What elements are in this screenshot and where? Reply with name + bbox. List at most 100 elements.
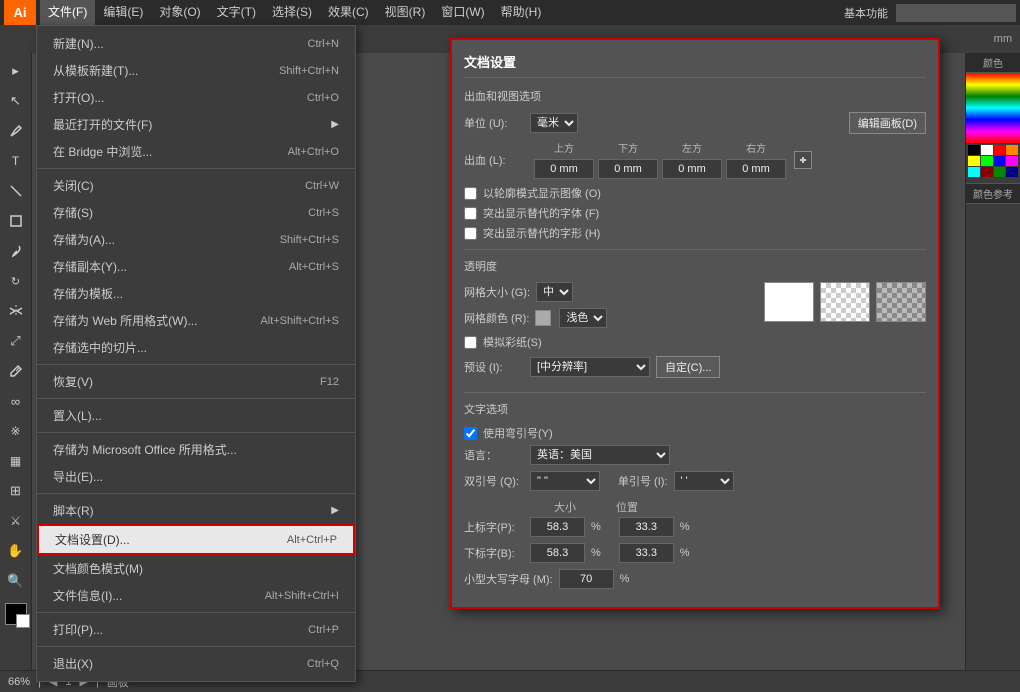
grid-size-select[interactable]: 中 小 大 [536, 282, 573, 302]
menu-window[interactable]: 窗口(W) [433, 0, 492, 25]
simulate-paper-input[interactable] [464, 336, 477, 349]
menu-file[interactable]: 文件(F) [40, 0, 95, 25]
swatch-blue[interactable] [994, 156, 1006, 166]
menu-color-mode[interactable]: 文档颜色模式(M) [37, 555, 355, 582]
menu-save-web[interactable]: 存储为 Web 所用格式(W)... Alt+Shift+Ctrl+S [37, 307, 355, 334]
menu-open[interactable]: 打开(O)... Ctrl+O [37, 84, 355, 111]
swatch-green[interactable] [981, 156, 993, 166]
tool-mirror[interactable] [2, 297, 30, 325]
color-panel-title: 颜色 [966, 53, 1020, 73]
preset-select[interactable]: [中分辨率] [高分辨率] [低分辨率] [530, 357, 650, 377]
tool-select[interactable]: ▸ [2, 57, 30, 85]
menu-save-office[interactable]: 存储为 Microsoft Office 所用格式... [37, 436, 355, 463]
separator-7 [37, 646, 355, 647]
checkbox-glyph-input[interactable] [464, 227, 477, 240]
search-input[interactable] [896, 4, 1016, 22]
grid-size-row: 网格大小 (G): 中 小 大 [464, 282, 744, 302]
divider-2 [464, 392, 926, 393]
tool-blend[interactable]: ∞ [2, 387, 30, 415]
menu-save-copy[interactable]: 存储副本(Y)... Alt+Ctrl+S [37, 253, 355, 280]
link-icon[interactable] [794, 151, 812, 169]
tool-rotate[interactable]: ↻ [2, 267, 30, 295]
bleed-top-input[interactable] [534, 159, 594, 179]
tool-symbol[interactable]: ※ [2, 417, 30, 445]
language-select[interactable]: 英语：美国 中文：简体 [530, 445, 670, 465]
menu-save-slices[interactable]: 存储选中的切片... [37, 334, 355, 361]
menu-export[interactable]: 导出(E)... [37, 463, 355, 490]
swatch-black[interactable] [968, 145, 980, 155]
double-quote-select[interactable]: " " [530, 471, 600, 491]
fill-color[interactable] [5, 603, 27, 625]
menu-bridge[interactable]: 在 Bridge 中浏览... Alt+Ctrl+O [37, 138, 355, 165]
checkbox-font-label: 突出显示替代的字体 (F) [483, 205, 599, 221]
superscript-pos-input[interactable] [619, 517, 674, 537]
menu-help[interactable]: 帮助(H) [493, 0, 550, 25]
tool-rect[interactable] [2, 207, 30, 235]
tool-hand[interactable]: ✋ [2, 537, 30, 565]
menu-place[interactable]: 置入(L)... [37, 402, 355, 429]
menu-save-template[interactable]: 存储为模板... [37, 280, 355, 307]
menu-new[interactable]: 新建(N)... Ctrl+N [37, 30, 355, 57]
checkbox-outline-input[interactable] [464, 187, 477, 200]
zoom-level[interactable]: 66% [8, 676, 30, 688]
tool-zoom[interactable]: 🔍 [2, 567, 30, 595]
superscript-size-input[interactable] [530, 517, 585, 537]
menu-file-info[interactable]: 文件信息(I)... Alt+Shift+Ctrl+I [37, 582, 355, 609]
tool-direct-select[interactable]: ↖ [2, 87, 30, 115]
superscript-row: 上标字(P): % % [464, 517, 926, 537]
tool-graph[interactable]: ▦ [2, 447, 30, 475]
swatch-magenta[interactable] [1006, 156, 1018, 166]
menu-print[interactable]: 打印(P)... Ctrl+P [37, 616, 355, 643]
smallcaps-input[interactable] [559, 569, 614, 589]
tool-slice[interactable]: ⚔ [2, 507, 30, 535]
menu-save[interactable]: 存储(S) Ctrl+S [37, 199, 355, 226]
tool-line[interactable] [2, 177, 30, 205]
menu-edit[interactable]: 编辑(E) [95, 0, 151, 25]
bleed-right-input[interactable] [726, 159, 786, 179]
swatch-darkblue[interactable] [1006, 167, 1018, 177]
swatch-white[interactable] [981, 145, 993, 155]
tool-eyedropper[interactable] [2, 357, 30, 385]
custom-btn[interactable]: 自定(C)... [656, 356, 720, 378]
swatch-yellow[interactable] [968, 156, 980, 166]
subscript-size-input[interactable] [530, 543, 585, 563]
tool-type[interactable]: T [2, 147, 30, 175]
menu-right-area: 基本功能 [844, 4, 1016, 22]
subscript-pos-pct: % [680, 547, 690, 559]
superscript-pos-pct: % [680, 521, 690, 533]
swatch-cyan[interactable] [968, 167, 980, 177]
single-quote-select[interactable]: ' ' [674, 471, 734, 491]
swatch-red[interactable] [994, 145, 1006, 155]
menu-effect[interactable]: 效果(C) [320, 0, 377, 25]
use-quotes-input[interactable] [464, 427, 477, 440]
menu-revert[interactable]: 恢复(V) F12 [37, 368, 355, 395]
menu-object[interactable]: 对象(O) [151, 0, 208, 25]
edit-canvas-btn[interactable]: 编辑画板(D) [849, 112, 926, 134]
tool-artboard[interactable]: ⊞ [2, 477, 30, 505]
tool-brush[interactable] [2, 237, 30, 265]
unit-select[interactable]: 毫米 像素 厘米 [530, 113, 578, 133]
menu-quit[interactable]: 退出(X) Ctrl+Q [37, 650, 355, 677]
menu-document-settings[interactable]: 文档设置(D)... Alt+Ctrl+P [37, 524, 355, 555]
swatch-orange[interactable] [1006, 145, 1018, 155]
tool-scale[interactable]: ⤢ [2, 327, 30, 355]
bleed-bottom-input[interactable] [598, 159, 658, 179]
menu-type[interactable]: 文字(T) [209, 0, 264, 25]
menu-close[interactable]: 关闭(C) Ctrl+W [37, 172, 355, 199]
subscript-pos-input[interactable] [619, 543, 674, 563]
swatch-darkred[interactable] [981, 167, 993, 177]
bleed-left-input[interactable] [662, 159, 722, 179]
menu-select[interactable]: 选择(S) [264, 0, 320, 25]
color-spectrum[interactable] [966, 73, 1020, 143]
menu-recent[interactable]: 最近打开的文件(F) ▶ [37, 111, 355, 138]
bleed-bottom-label: 下方 [618, 140, 638, 155]
menu-view[interactable]: 视图(R) [377, 0, 434, 25]
tool-pen[interactable] [2, 117, 30, 145]
menu-new-template[interactable]: 从模板新建(T)... Shift+Ctrl+N [37, 57, 355, 84]
superscript-size-pct: % [591, 521, 601, 533]
checkbox-font-input[interactable] [464, 207, 477, 220]
menu-scripts[interactable]: 脚本(R) ▶ [37, 497, 355, 524]
menu-save-as[interactable]: 存储为(A)... Shift+Ctrl+S [37, 226, 355, 253]
grid-color-select[interactable]: 浅色 中 暗色 [559, 308, 607, 328]
swatch-darkgreen[interactable] [994, 167, 1006, 177]
